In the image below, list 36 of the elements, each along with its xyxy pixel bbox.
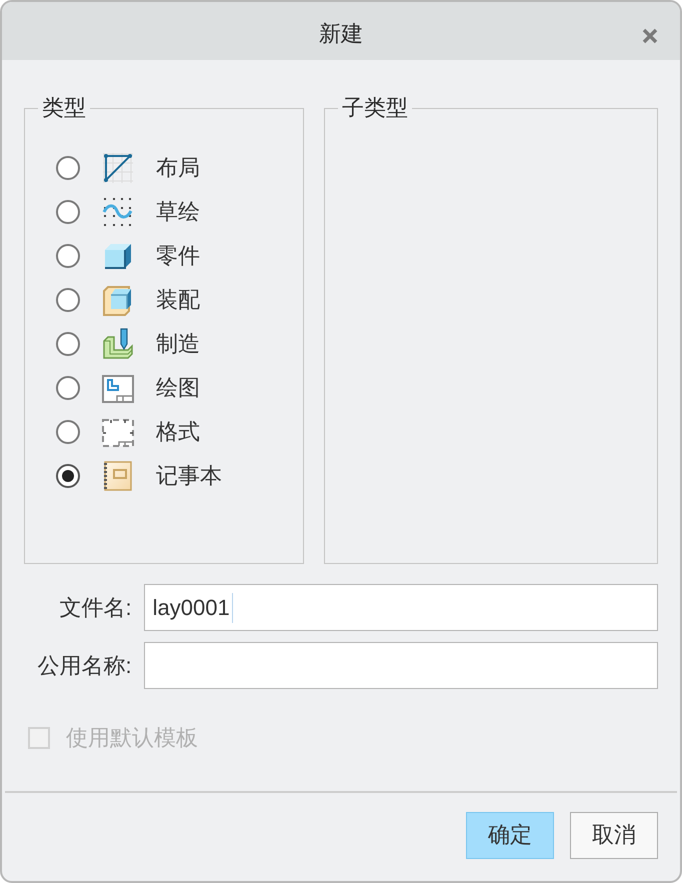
wave-dots-icon bbox=[102, 196, 134, 228]
close-button[interactable] bbox=[640, 26, 660, 46]
checkbox-label: 使用默认模板 bbox=[66, 727, 198, 749]
cancel-button[interactable]: 取消 bbox=[570, 812, 658, 858]
close-icon bbox=[642, 28, 658, 44]
radio-button[interactable] bbox=[56, 464, 80, 488]
type-label: 装配 bbox=[156, 289, 200, 311]
radio-button[interactable] bbox=[56, 288, 80, 312]
window-title: 新建 bbox=[319, 23, 363, 45]
sheet-icon bbox=[102, 372, 134, 404]
radio-button[interactable] bbox=[56, 420, 80, 444]
notebook-icon bbox=[102, 460, 134, 492]
stacked-cube-icon bbox=[102, 284, 134, 316]
field-label: 公用名称: bbox=[36, 654, 132, 676]
radio-button[interactable] bbox=[56, 332, 80, 356]
tool-bracket-icon bbox=[102, 328, 134, 360]
type-label: 格式 bbox=[156, 421, 200, 443]
text-input[interactable]: lay0001 bbox=[144, 584, 658, 631]
type-label: 布局 bbox=[156, 157, 200, 179]
radio-button[interactable] bbox=[56, 156, 80, 180]
triangle-grid-icon bbox=[102, 152, 134, 184]
type-label: 制造 bbox=[156, 333, 200, 355]
text-input[interactable] bbox=[144, 642, 658, 689]
radio-button[interactable] bbox=[56, 244, 80, 268]
type-label: 绘图 bbox=[156, 377, 200, 399]
text-caret bbox=[232, 592, 233, 622]
type-label: 零件 bbox=[156, 245, 200, 267]
field-label: 文件名: bbox=[58, 596, 132, 618]
dashed-frame-icon bbox=[102, 416, 134, 448]
radio-button[interactable] bbox=[56, 376, 80, 400]
group-label: 类型 bbox=[38, 95, 90, 121]
type-label: 草绘 bbox=[156, 201, 200, 223]
confirm-button[interactable]: 确定 bbox=[466, 812, 554, 858]
group-label: 子类型 bbox=[338, 95, 412, 121]
type-label: 记事本 bbox=[156, 465, 222, 487]
radio-button[interactable] bbox=[56, 200, 80, 224]
